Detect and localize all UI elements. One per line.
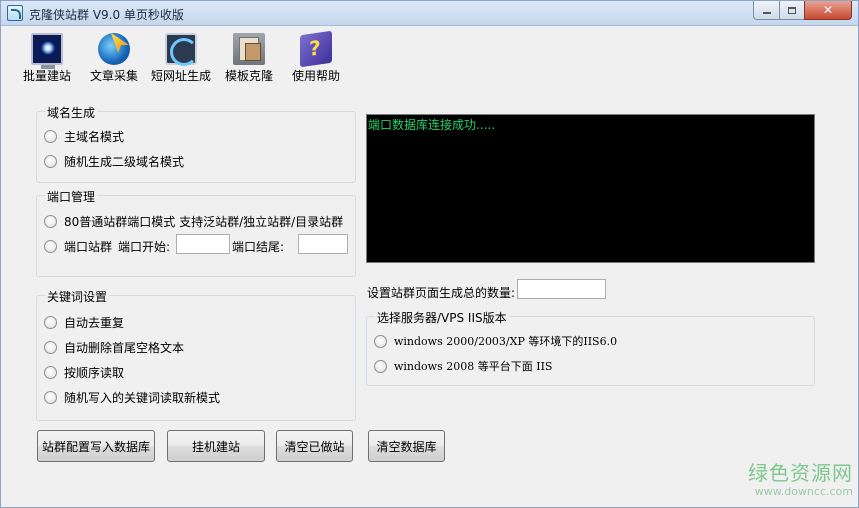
console-log-text: 端口数据库连接成功..... (368, 118, 496, 132)
radio-random-keyword-mode[interactable]: 随机写入的关键词读取新模式 (44, 389, 220, 406)
page-count-label: 设置站群页面生成总的数量: (367, 286, 516, 300)
group-title: 域名生成 (45, 104, 98, 121)
radio-button[interactable] (374, 359, 387, 373)
port-start-input[interactable] (176, 234, 230, 254)
globe-cursor-icon (98, 33, 130, 65)
watermark-name: 绿色资源网 (748, 461, 853, 485)
radio-label: 按顺序读取 (64, 366, 125, 380)
domain-groupbox: 域名生成 (36, 104, 356, 183)
toolbar-label: 文章采集 (90, 69, 139, 83)
radio-port-cluster[interactable]: 端口站群 (44, 238, 112, 255)
radio-button[interactable] (44, 366, 57, 379)
window-title: 克隆侠站群 V9.0 单页秒收版 (29, 8, 184, 22)
maximize-icon (788, 6, 796, 14)
port-start-label: 端口开始: (118, 240, 171, 254)
documents-icon (233, 33, 265, 65)
radio-button[interactable] (44, 341, 57, 354)
radio-label: 主域名模式 (64, 130, 125, 144)
app-window: 克隆侠站群 V9.0 单页秒收版 ✕ 批量建站 文章采集 短网址生成 模板克隆 … (0, 0, 859, 508)
radio-button[interactable] (44, 155, 57, 168)
radio-trim-spaces[interactable]: 自动删除首尾空格文本 (44, 339, 184, 356)
radio-button[interactable] (44, 215, 57, 228)
radio-button[interactable] (44, 316, 57, 329)
radio-button[interactable] (374, 334, 387, 348)
watermark-url: www.downcc.com (754, 485, 853, 498)
hang-build-button[interactable]: 挂机建站 (167, 430, 265, 462)
radio-label: 80普通站群端口模式 支持泛站群/独立站群/目录站群 (64, 215, 344, 229)
log-console[interactable]: 端口数据库连接成功..... (366, 114, 815, 263)
radio-button[interactable] (44, 240, 57, 253)
toolbar-short-url[interactable]: 短网址生成 (151, 33, 211, 84)
toolbar-label: 批量建站 (23, 69, 72, 83)
toolbar-batch-build[interactable]: 批量建站 (23, 33, 71, 84)
title-bar[interactable]: 克隆侠站群 V9.0 单页秒收版 ✕ (1, 1, 858, 26)
close-button[interactable]: ✕ (804, 1, 852, 20)
close-icon: ✕ (822, 3, 834, 17)
radio-iis6[interactable]: windows 2000/2003/XP 等环境下的IIS6.0 (374, 333, 617, 349)
radio-main-domain[interactable]: 主域名模式 (44, 128, 124, 145)
group-title: 端口管理 (45, 188, 98, 205)
page-count-input[interactable] (517, 279, 606, 299)
radio-label: 端口站群 (64, 240, 113, 254)
toolbar-label: 使用帮助 (292, 69, 341, 83)
watermark: 绿色资源网 www.downcc.com (723, 457, 853, 498)
network-link-icon (165, 33, 198, 66)
toolbar-help[interactable]: 使用帮助 (292, 30, 341, 84)
radio-label: 自动去重复 (64, 316, 125, 330)
app-logo-icon (7, 5, 23, 21)
radio-port-80-mode[interactable]: 80普通站群端口模式 支持泛站群/独立站群/目录站群 (44, 213, 343, 230)
toolbar-template-clone[interactable]: 模板克隆 (225, 33, 273, 84)
radio-button[interactable] (44, 391, 57, 404)
toolbar-article-collect[interactable]: 文章采集 (90, 33, 138, 84)
radio-read-in-order[interactable]: 按顺序读取 (44, 364, 124, 381)
help-book-icon (300, 30, 332, 68)
iis-groupbox: 选择服务器/VPS IIS版本 (366, 309, 815, 386)
radio-label: 随机写入的关键词读取新模式 (64, 391, 221, 405)
radio-label: windows 2000/2003/XP 等环境下的IIS6.0 (394, 335, 618, 348)
clear-done-sites-button[interactable]: 清空已做站 (276, 430, 353, 462)
maximize-button[interactable] (779, 1, 805, 20)
toolbar-label: 短网址生成 (151, 69, 212, 83)
minimize-button[interactable] (753, 1, 780, 20)
clear-database-button[interactable]: 清空数据库 (368, 430, 445, 462)
radio-label: 自动删除首尾空格文本 (64, 341, 185, 355)
toolbar-label: 模板克隆 (225, 69, 274, 83)
radio-label: windows 2008 等平台下面 IIS (394, 360, 553, 373)
radio-iis-2008[interactable]: windows 2008 等平台下面 IIS (374, 358, 552, 374)
port-end-input[interactable] (298, 234, 348, 254)
radio-label: 随机生成二级域名模式 (64, 155, 185, 169)
group-title: 关键词设置 (45, 288, 110, 305)
port-end-label: 端口结尾: (232, 240, 285, 254)
radio-button[interactable] (44, 130, 57, 143)
minimize-icon (762, 12, 771, 14)
radio-random-subdomain[interactable]: 随机生成二级域名模式 (44, 153, 184, 170)
radio-auto-dedupe[interactable]: 自动去重复 (44, 314, 124, 331)
monitor-icon (31, 33, 63, 69)
write-config-db-button[interactable]: 站群配置写入数据库 (37, 430, 155, 462)
group-title: 选择服务器/VPS IIS版本 (375, 309, 509, 326)
